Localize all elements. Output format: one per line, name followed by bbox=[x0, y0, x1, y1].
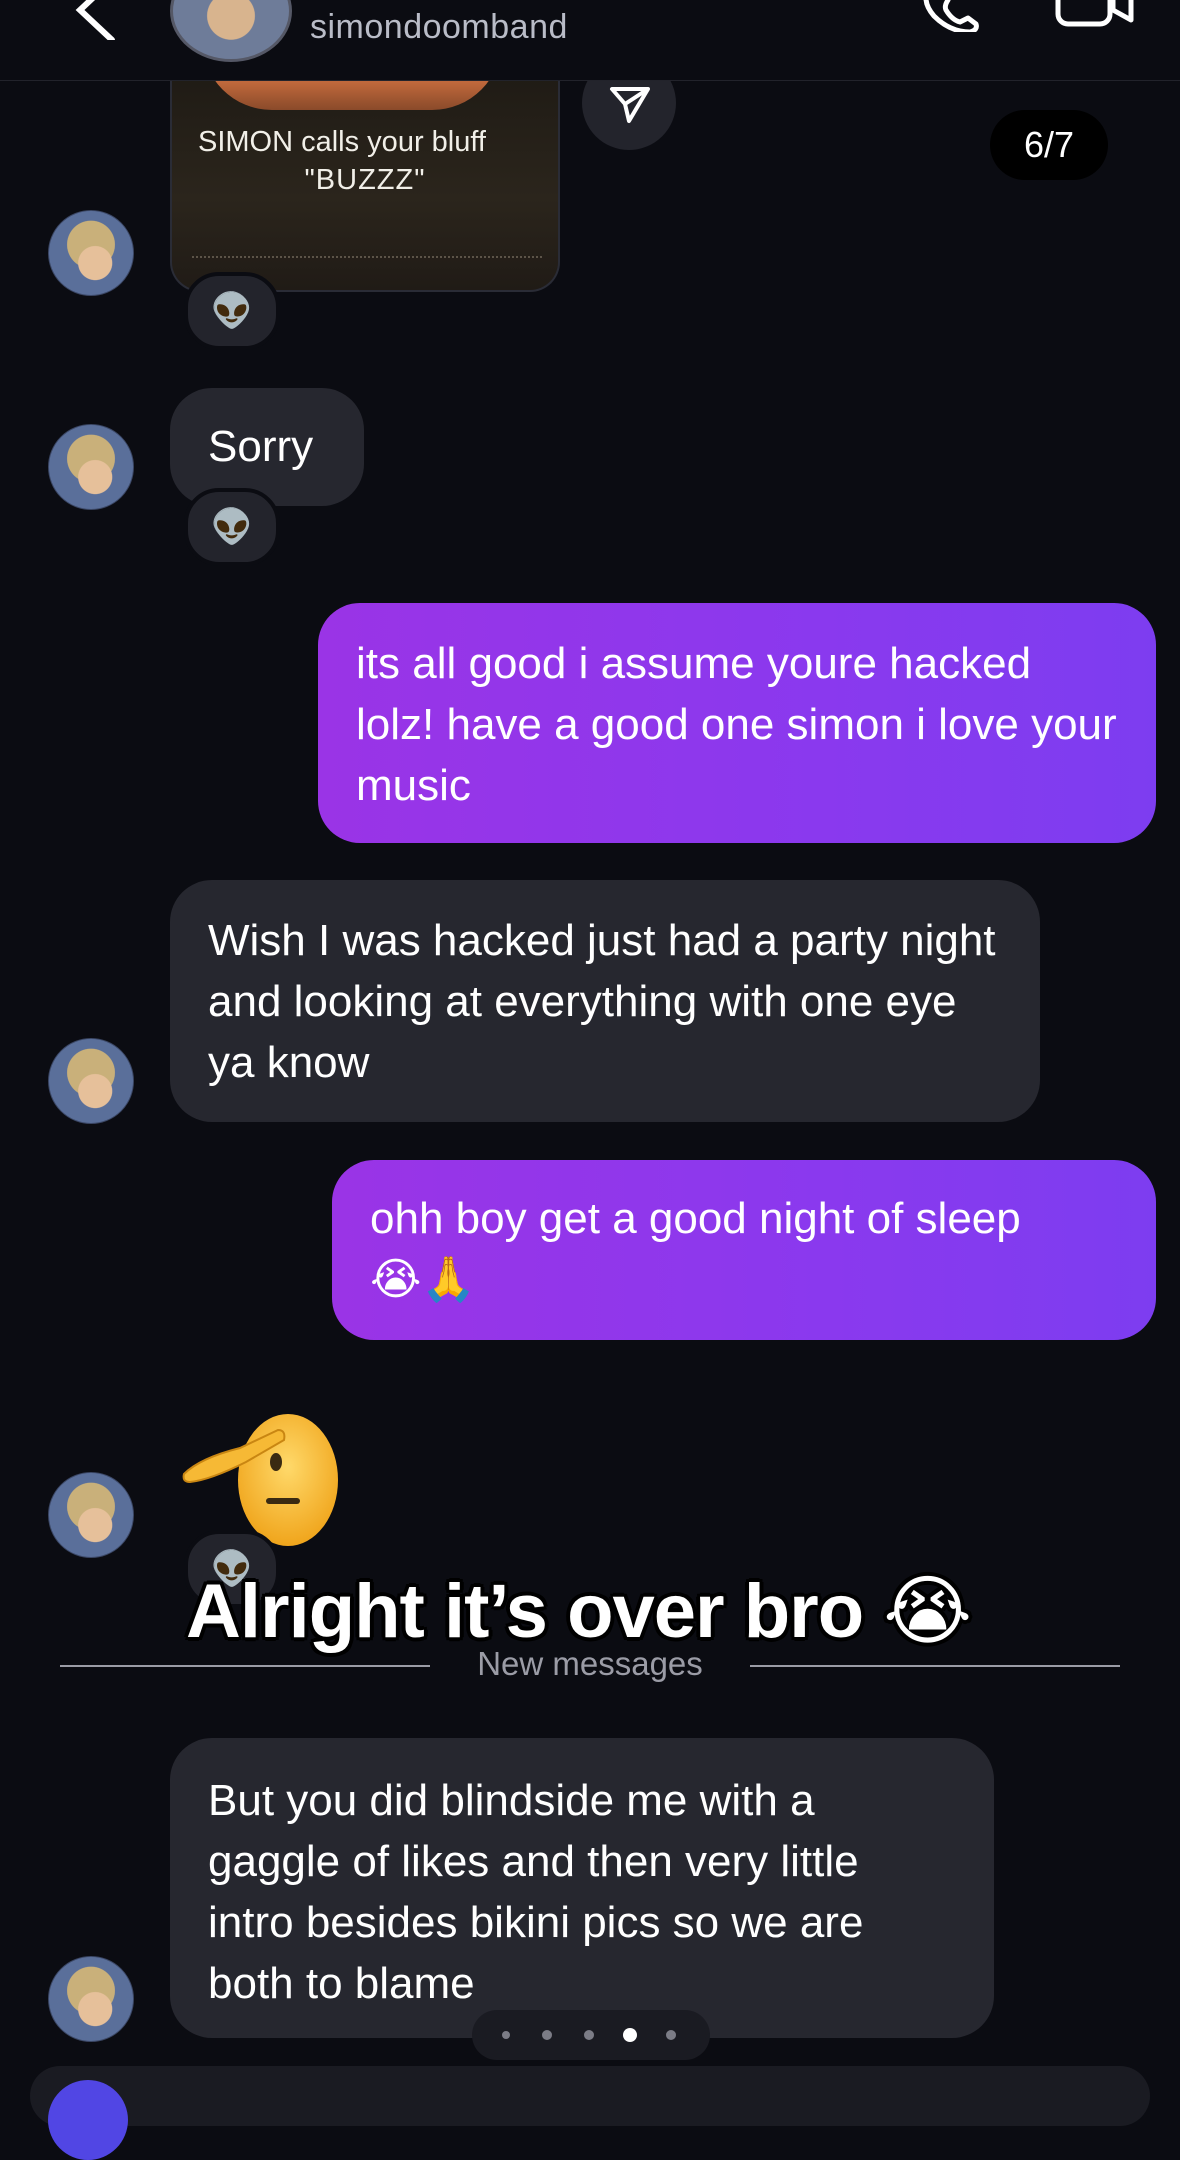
video-call-icon[interactable] bbox=[1055, 0, 1135, 28]
reaction-badge[interactable]: 👽 bbox=[184, 488, 280, 566]
sender-avatar[interactable] bbox=[48, 1038, 134, 1124]
pager-dot[interactable] bbox=[542, 2030, 552, 2040]
phone-call-icon[interactable] bbox=[920, 0, 980, 32]
outgoing-message[interactable]: ohh boy get a good night of sleep 😭🙏 bbox=[332, 1160, 1156, 1340]
salute-emoji[interactable] bbox=[180, 1400, 340, 1548]
message-text: its all good i assume youre hacked lolz!… bbox=[356, 639, 1117, 810]
reaction-badge[interactable]: 👽 bbox=[184, 272, 280, 350]
sender-avatar[interactable] bbox=[48, 1956, 134, 2042]
message-text: Wish I was hacked just had a party night… bbox=[208, 916, 996, 1087]
message-composer[interactable] bbox=[30, 2066, 1150, 2160]
image-message[interactable]: SIMON calls your bluff "BUZZZ" bbox=[170, 60, 560, 292]
video-overlay-caption: Alright it’s over bro 😭 bbox=[186, 1569, 972, 1654]
chat-header: simondoomband bbox=[0, 0, 1180, 81]
pager-dot-active[interactable] bbox=[623, 2028, 637, 2042]
header-avatar[interactable] bbox=[170, 0, 292, 62]
message-emoji-line: 😭🙏 bbox=[370, 1255, 477, 1304]
pager-dot[interactable] bbox=[502, 2031, 510, 2039]
carousel-pager[interactable] bbox=[472, 2010, 710, 2060]
camera-icon[interactable] bbox=[48, 2080, 128, 2160]
incoming-message[interactable]: Wish I was hacked just had a party night… bbox=[170, 880, 1040, 1122]
image-caption-line2: "BUZZZ" bbox=[304, 164, 426, 196]
image-caption-line1: SIMON calls your bluff bbox=[198, 126, 486, 158]
message-text-line1: ohh boy get a good night of sleep bbox=[370, 1194, 1021, 1243]
outgoing-message[interactable]: its all good i assume youre hacked lolz!… bbox=[318, 603, 1156, 843]
header-username[interactable]: simondoomband bbox=[310, 8, 568, 47]
incoming-message[interactable]: But you did blindside me with a gaggle o… bbox=[170, 1738, 994, 2038]
back-arrow-icon[interactable] bbox=[70, 0, 130, 40]
slide-counter: 6/7 bbox=[990, 110, 1108, 180]
sender-avatar[interactable] bbox=[48, 210, 134, 296]
pager-dot[interactable] bbox=[584, 2030, 594, 2040]
divider-line-right bbox=[750, 1665, 1120, 1667]
send-arrow-icon bbox=[610, 87, 650, 123]
message-text: But you did blindside me with a gaggle o… bbox=[208, 1776, 864, 2008]
incoming-message[interactable]: Sorry bbox=[170, 388, 364, 506]
pager-dot[interactable] bbox=[666, 2030, 676, 2040]
sender-avatar[interactable] bbox=[48, 424, 134, 510]
divider-line-left bbox=[60, 1665, 430, 1667]
sender-avatar[interactable] bbox=[48, 1472, 134, 1558]
message-text: Sorry bbox=[208, 422, 314, 471]
image-scribble bbox=[192, 256, 542, 272]
